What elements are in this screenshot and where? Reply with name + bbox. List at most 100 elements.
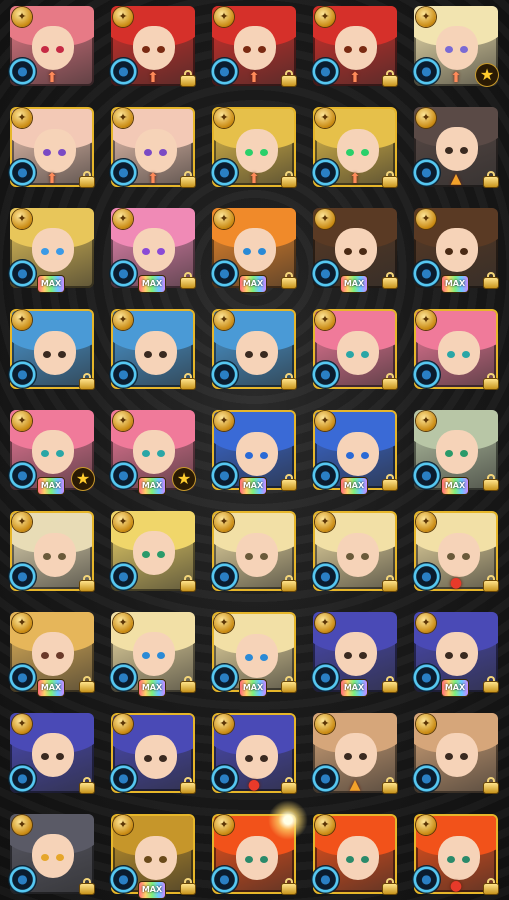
monster-card[interactable]: ✦ ● MAX [413,410,498,495]
water-element-icon: ● [9,260,36,287]
character-eye [56,854,64,861]
water-element-icon: ● [211,361,238,388]
character-eye [445,248,453,255]
character-face [438,533,480,577]
monster-card[interactable]: ✦ ● MAX [110,208,195,293]
monster-card[interactable]: ✦ ● MAX [312,410,397,495]
water-element-icon: ● [211,58,238,85]
monster-card[interactable]: ✦ ● [110,713,195,798]
star-icon: ★ [173,468,195,490]
water-element-icon: ● [9,866,36,893]
character-face [32,733,74,777]
monster-card[interactable]: ✦ ● ⬆ [110,6,195,91]
monster-card[interactable]: ✦ ● ⬆ [9,107,94,192]
character-face [236,331,278,375]
character-face [236,129,278,173]
character-eye [460,248,468,255]
monster-card[interactable]: ✦ ● [9,814,94,899]
monster-card[interactable]: ✦ ● ⬆ ★ [413,6,498,91]
arrows-icon: ⬆ [46,171,58,187]
monster-card[interactable]: ✦ ● ⬆ [312,6,397,91]
lock-icon [484,272,498,288]
monster-card[interactable]: ✦ ● ▲ [312,713,397,798]
monster-card[interactable]: ✦ ● MAX [110,814,195,899]
character-face [236,735,278,779]
character-eye [58,351,66,358]
character-eye [41,46,49,53]
water-element-icon: ● [9,361,36,388]
monster-card[interactable]: ✦ ● ▲ [413,107,498,192]
rank-medal-icon: ✦ [416,411,436,431]
rank-medal-icon: ✦ [12,815,32,835]
arrows-icon: ⬆ [349,171,361,187]
character-eye [157,551,165,558]
monster-card[interactable]: ✦ ● MAX ★ [9,410,94,495]
lock-icon [181,676,195,692]
monster-card[interactable]: ✦ ● ● [211,713,296,798]
character-eye [359,248,367,255]
monster-card[interactable]: ✦ ● ⬆ [211,6,296,91]
monster-card[interactable]: ✦ ● MAX [110,612,195,697]
monster-card[interactable]: ✦ ● [413,309,498,394]
character-eye [159,351,167,358]
monster-card[interactable]: ✦ ● MAX [312,612,397,697]
water-element-icon: ● [312,159,339,186]
monster-card[interactable]: ✦ ● [211,309,296,394]
monster-card[interactable]: ✦ ● MAX [211,410,296,495]
monster-card[interactable]: ✦ ● ⬆ [9,6,94,91]
monster-card[interactable]: ✦ ● [312,511,397,596]
character-eye [445,652,453,659]
fruit-icon: ● [449,878,463,894]
water-element-icon: ● [110,462,137,489]
monster-card[interactable]: ✦ ● MAX [211,208,296,293]
monster-card[interactable]: ✦ ● MAX [312,208,397,293]
monster-card[interactable]: ✦ ● [211,511,296,596]
character-face [234,228,276,272]
monster-card[interactable]: ✦ ● ● [413,511,498,596]
monster-card[interactable]: ✦ ● [9,511,94,596]
monster-card[interactable]: ✦ ● MAX [9,612,94,697]
monster-card[interactable]: ✦ ● [110,511,195,596]
lock-icon [484,878,498,894]
monster-card[interactable]: ✦ ● [413,713,498,798]
monster-card[interactable]: ✦ ● [9,713,94,798]
monster-card[interactable]: ✦ ● MAX ★ [110,410,195,495]
lock-icon [383,878,397,894]
monster-card[interactable]: ✦ ● [110,309,195,394]
monster-card[interactable]: ✦ ● ⬆ [312,107,397,192]
lock-icon [383,575,397,591]
water-element-icon: ● [312,361,339,388]
monster-card[interactable]: ✦ ● [312,814,397,899]
character-eye [245,452,253,459]
character-eye [58,553,66,560]
monster-card[interactable]: ✦ ● MAX [413,612,498,697]
character-eye [245,654,253,661]
character-eye [56,450,64,457]
character-eye [445,450,453,457]
monster-card[interactable]: ✦ ● ⬆ [211,107,296,192]
character-eye [142,450,150,457]
water-element-icon: ● [211,765,238,792]
character-eye [41,450,49,457]
character-face [34,533,76,577]
rank-medal-icon: ✦ [214,310,234,330]
lock-icon [484,676,498,692]
monster-card[interactable]: ✦ ● MAX [9,208,94,293]
monster-card[interactable]: ✦ ● ⬆ [110,107,195,192]
fruit-icon: ● [247,777,261,793]
monster-card[interactable]: ✦ ● [312,309,397,394]
monster-card[interactable]: ✦ ● ● [413,814,498,899]
character-face [32,632,74,676]
character-eye [260,452,268,459]
lock-icon [282,777,296,793]
monster-card[interactable]: ✦ ● MAX [211,612,296,697]
lock-icon [181,70,195,86]
water-element-icon: ● [211,159,238,186]
monster-card[interactable]: ✦ ● [9,309,94,394]
max-level-icon: MAX [341,680,367,696]
max-level-icon: MAX [240,276,266,292]
arrows-icon: ⬆ [147,70,159,86]
character-face [337,432,379,476]
lock-icon [484,575,498,591]
monster-card[interactable]: ✦ ● MAX [413,208,498,293]
